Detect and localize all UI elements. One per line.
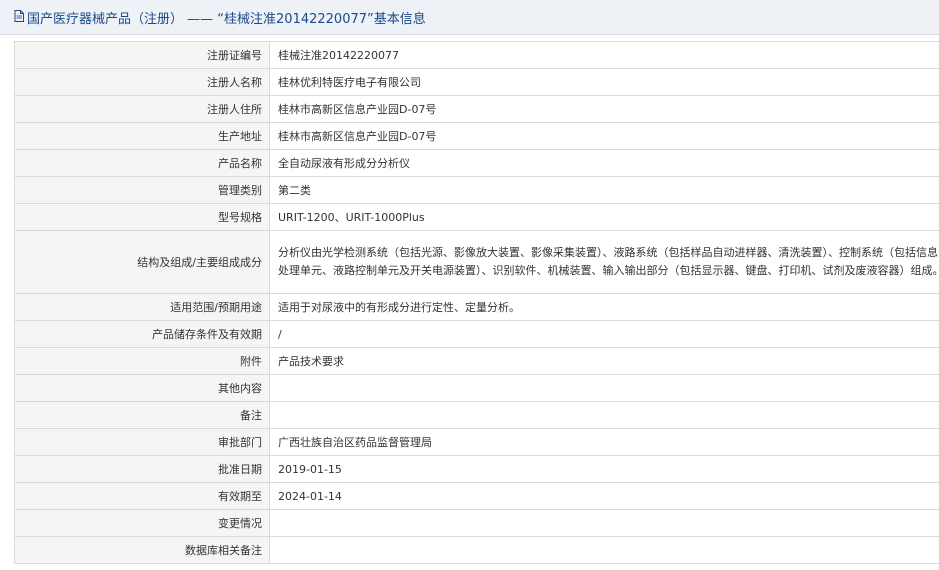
table-row: 审批部门 广西壮族自治区药品监督管理局 [14, 428, 939, 456]
row-value: 第二类 [269, 176, 939, 204]
row-value: 广西壮族自治区药品监督管理局 [269, 428, 939, 456]
table-row: 结构及组成/主要组成成分 分析仪由光学检测系统（包括光源、影像放大装置、影像采集… [14, 230, 939, 294]
table-row: 注册人名称 桂林优利特医疗电子有限公司 [14, 68, 939, 96]
row-label: 审批部门 [14, 428, 270, 456]
row-value: 桂械注准20142220077 [269, 41, 939, 69]
row-label: 备注 [14, 401, 270, 429]
table-row: 数据库相关备注 [14, 536, 939, 564]
row-value: 2024-01-14 [269, 482, 939, 510]
row-value: 2019-01-15 [269, 455, 939, 483]
page-title-bar: 国产医疗器械产品（注册） —— “桂械注准20142220077”基本信息 [0, 0, 939, 35]
table-row: 适用范围/预期用途 适用于对尿液中的有形成分进行定性、定量分析。 [14, 293, 939, 321]
table-row: 生产地址 桂林市高新区信息产业园D-07号 [14, 122, 939, 150]
row-label: 产品储存条件及有效期 [14, 320, 270, 348]
table-row: 批准日期 2019-01-15 [14, 455, 939, 483]
table-row: 产品储存条件及有效期 / [14, 320, 939, 348]
row-label: 变更情况 [14, 509, 270, 537]
row-value [269, 536, 939, 564]
row-label: 适用范围/预期用途 [14, 293, 270, 321]
title-quote-close: ” [367, 11, 374, 27]
table-row: 产品名称 全自动尿液有形成分分析仪 [14, 149, 939, 177]
row-value [269, 509, 939, 537]
row-label: 产品名称 [14, 149, 270, 177]
detail-table: 注册证编号 桂械注准20142220077 注册人名称 桂林优利特医疗电子有限公… [14, 41, 939, 564]
row-label: 有效期至 [14, 482, 270, 510]
title-registration-number: 桂械注准20142220077 [224, 11, 368, 27]
row-value: 桂林市高新区信息产业园D-07号 [269, 122, 939, 150]
row-value: URIT-1200、URIT-1000Plus [269, 203, 939, 231]
page-title: 国产医疗器械产品（注册） —— “桂械注准20142220077”基本信息 [27, 8, 426, 27]
table-row: 其他内容 [14, 374, 939, 402]
table-row: 型号规格 URIT-1200、URIT-1000Plus [14, 203, 939, 231]
table-row: 变更情况 [14, 509, 939, 537]
page: 国产医疗器械产品（注册） —— “桂械注准20142220077”基本信息 注册… [0, 0, 939, 570]
row-value: 适用于对尿液中的有形成分进行定性、定量分析。 [269, 293, 939, 321]
row-label: 其他内容 [14, 374, 270, 402]
table-row: 管理类别 第二类 [14, 176, 939, 204]
table-row: 注册证编号 桂械注准20142220077 [14, 41, 939, 69]
row-value: 桂林优利特医疗电子有限公司 [269, 68, 939, 96]
row-value: 全自动尿液有形成分分析仪 [269, 149, 939, 177]
row-value [269, 374, 939, 402]
row-label: 数据库相关备注 [14, 536, 270, 564]
row-value: 分析仪由光学检测系统（包括光源、影像放大装置、影像采集装置）、液路系统（包括样品… [269, 230, 939, 294]
title-separator: —— [183, 11, 218, 27]
row-label: 生产地址 [14, 122, 270, 150]
table-row: 附件 产品技术要求 [14, 347, 939, 375]
row-label: 注册人住所 [14, 95, 270, 123]
document-icon [14, 10, 24, 22]
row-label: 结构及组成/主要组成成分 [14, 230, 270, 294]
row-label: 注册证编号 [14, 41, 270, 69]
row-label: 管理类别 [14, 176, 270, 204]
title-suffix: 基本信息 [373, 11, 426, 27]
row-label: 型号规格 [14, 203, 270, 231]
row-value: 产品技术要求 [269, 347, 939, 375]
row-label: 附件 [14, 347, 270, 375]
row-value: 桂林市高新区信息产业园D-07号 [269, 95, 939, 123]
row-label: 注册人名称 [14, 68, 270, 96]
row-value [269, 401, 939, 429]
table-row: 注册人住所 桂林市高新区信息产业园D-07号 [14, 95, 939, 123]
table-row: 备注 [14, 401, 939, 429]
table-row: 有效期至 2024-01-14 [14, 482, 939, 510]
title-prefix: 国产医疗器械产品（注册） [27, 11, 184, 27]
row-label: 批准日期 [14, 455, 270, 483]
row-value: / [269, 320, 939, 348]
